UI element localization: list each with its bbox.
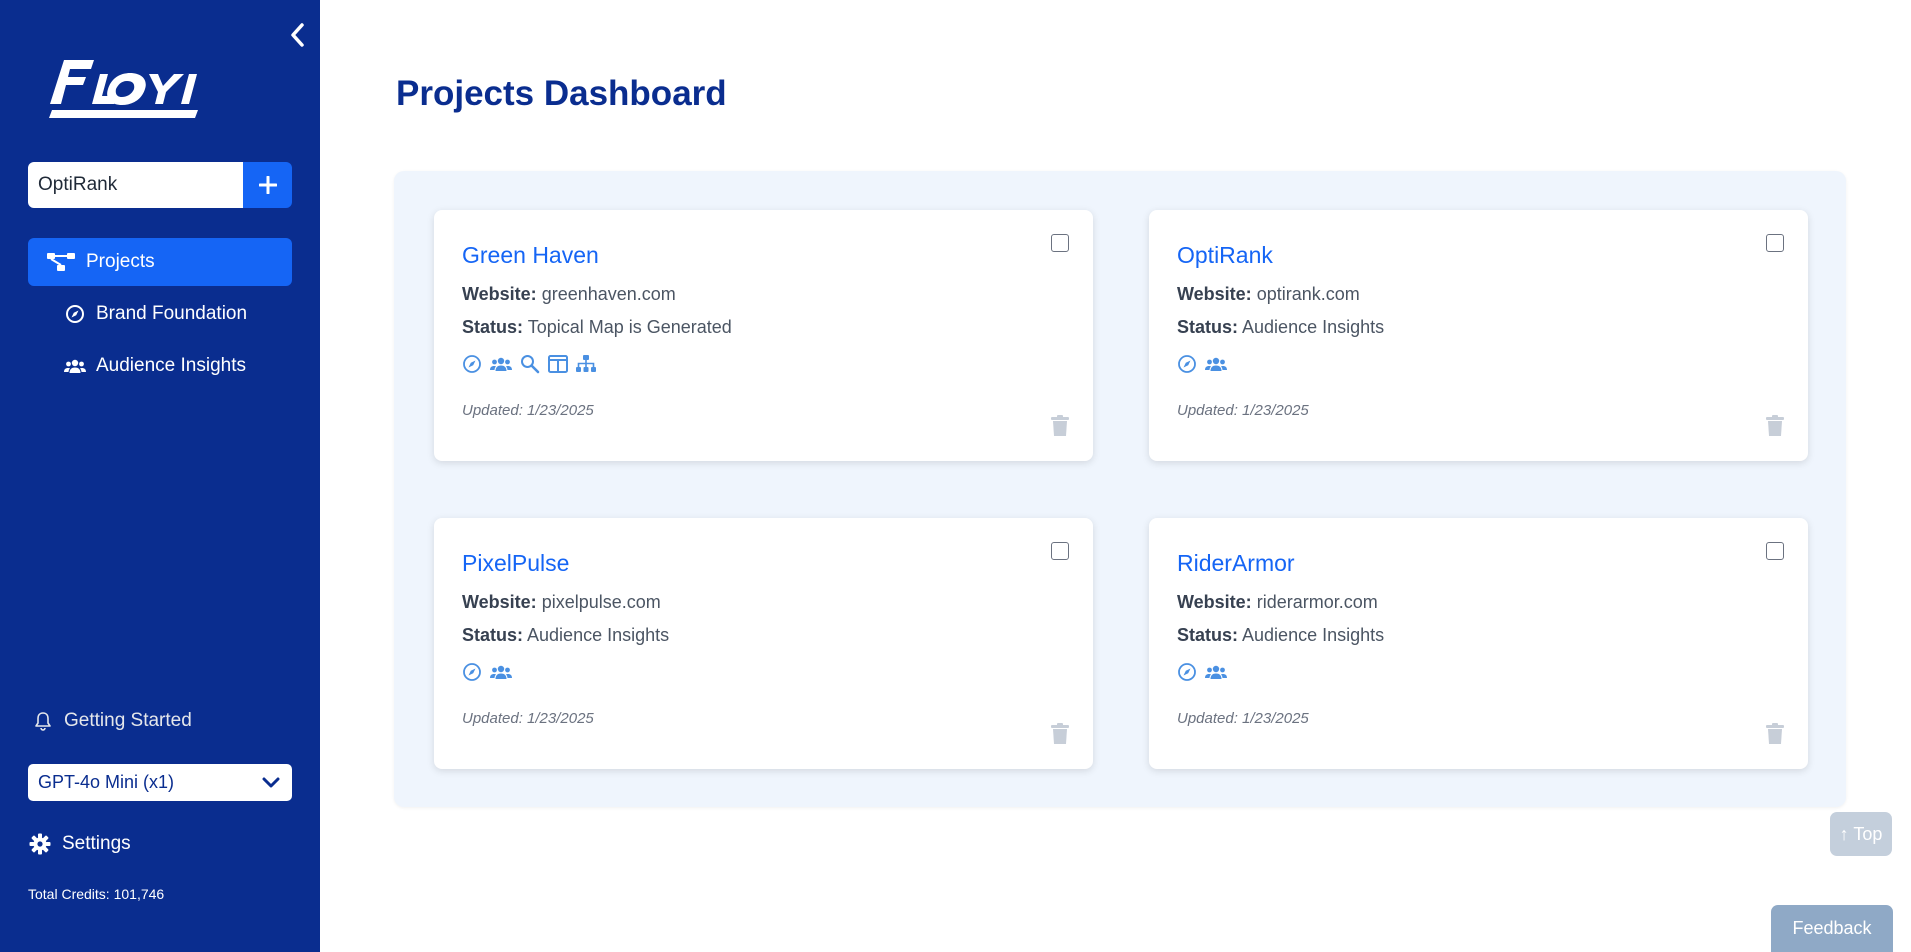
project-name-link[interactable]: RiderArmor — [1177, 550, 1295, 577]
page-title: Projects Dashboard — [396, 74, 727, 113]
delete-project-button[interactable] — [1766, 723, 1784, 745]
users-icon — [1205, 664, 1227, 680]
users-icon — [64, 358, 86, 374]
floyi-logo — [48, 60, 208, 132]
sidebar: Projects Brand Foundation Audience Insig… — [0, 0, 320, 952]
project-updated-date: Updated: 1/23/2025 — [1177, 710, 1309, 727]
project-step-icons — [1177, 662, 1227, 682]
getting-started-link[interactable]: Getting Started — [32, 704, 192, 738]
gear-icon — [28, 833, 52, 855]
sitemap-icon — [46, 251, 76, 273]
sidebar-item-label: Projects — [86, 251, 155, 272]
sidebar-item-audience-insights[interactable]: Audience Insights — [28, 342, 292, 390]
delete-project-button[interactable] — [1051, 723, 1069, 745]
project-status: Status: Topical Map is Generated — [462, 317, 732, 337]
columns-icon — [548, 355, 568, 373]
chevron-down-icon — [262, 777, 280, 787]
project-step-icons — [1177, 354, 1227, 374]
compass-icon — [462, 662, 482, 682]
project-updated-date: Updated: 1/23/2025 — [1177, 402, 1309, 419]
total-credits: Total Credits: 101,746 — [28, 886, 165, 902]
project-status: Status: Audience Insights — [1177, 625, 1385, 645]
project-step-icons — [462, 354, 596, 374]
project-select-checkbox[interactable] — [1051, 542, 1069, 560]
project-status: Status: Audience Insights — [462, 625, 670, 645]
users-icon — [1205, 356, 1227, 372]
project-card: OptiRank Website: optirank.com Status: A… — [1149, 210, 1808, 461]
model-select[interactable]: GPT-4o Mini (x1) — [28, 764, 292, 801]
project-name-link[interactable]: OptiRank — [1177, 242, 1273, 269]
collapse-sidebar-button[interactable] — [282, 18, 312, 52]
project-name-link[interactable]: Green Haven — [462, 242, 599, 269]
bell-icon — [32, 711, 54, 731]
project-website: Website: riderarmor.com — [1177, 592, 1378, 612]
scroll-to-top-button[interactable]: ↑ Top — [1830, 812, 1892, 856]
delete-project-button[interactable] — [1766, 415, 1784, 437]
model-select-value: GPT-4o Mini (x1) — [38, 772, 175, 792]
project-select-checkbox[interactable] — [1766, 234, 1784, 252]
trash-icon — [1766, 415, 1784, 436]
project-select-checkbox[interactable] — [1051, 234, 1069, 252]
delete-project-button[interactable] — [1051, 415, 1069, 437]
compass-icon — [462, 354, 482, 374]
trash-icon — [1051, 723, 1069, 744]
project-updated-date: Updated: 1/23/2025 — [462, 402, 594, 419]
compass-icon — [1177, 662, 1197, 682]
project-card: PixelPulse Website: pixelpulse.com Statu… — [434, 518, 1093, 769]
sidebar-item-brand-foundation[interactable]: Brand Foundation — [28, 290, 292, 338]
project-updated-date: Updated: 1/23/2025 — [462, 710, 594, 727]
sidebar-item-projects[interactable]: Projects — [28, 238, 292, 286]
trash-icon — [1766, 723, 1784, 744]
compass-icon — [1177, 354, 1197, 374]
chevron-left-icon — [291, 23, 304, 47]
project-website: Website: pixelpulse.com — [462, 592, 661, 612]
feedback-button[interactable]: Feedback — [1771, 905, 1893, 952]
compass-icon — [64, 304, 86, 324]
project-card: RiderArmor Website: riderarmor.com Statu… — [1149, 518, 1808, 769]
add-project-button[interactable] — [243, 162, 292, 208]
project-search-input[interactable] — [28, 162, 243, 208]
users-icon — [490, 356, 512, 372]
plus-icon — [258, 176, 277, 194]
project-step-icons — [462, 662, 512, 682]
project-name-link[interactable]: PixelPulse — [462, 550, 569, 577]
project-picker — [28, 162, 292, 208]
sidebar-item-label: Audience Insights — [96, 355, 246, 376]
project-select-checkbox[interactable] — [1766, 542, 1784, 560]
search-icon — [520, 354, 540, 374]
settings-link[interactable]: Settings — [28, 827, 131, 861]
sidebar-item-label: Brand Foundation — [96, 303, 248, 324]
settings-label: Settings — [62, 833, 131, 854]
project-card: Green Haven Website: greenhaven.com Stat… — [434, 210, 1093, 461]
sitemap-icon — [576, 355, 596, 373]
trash-icon — [1051, 415, 1069, 436]
getting-started-label: Getting Started — [64, 710, 192, 731]
project-status: Status: Audience Insights — [1177, 317, 1385, 337]
users-icon — [490, 664, 512, 680]
project-website: Website: greenhaven.com — [462, 284, 676, 304]
project-website: Website: optirank.com — [1177, 284, 1360, 304]
